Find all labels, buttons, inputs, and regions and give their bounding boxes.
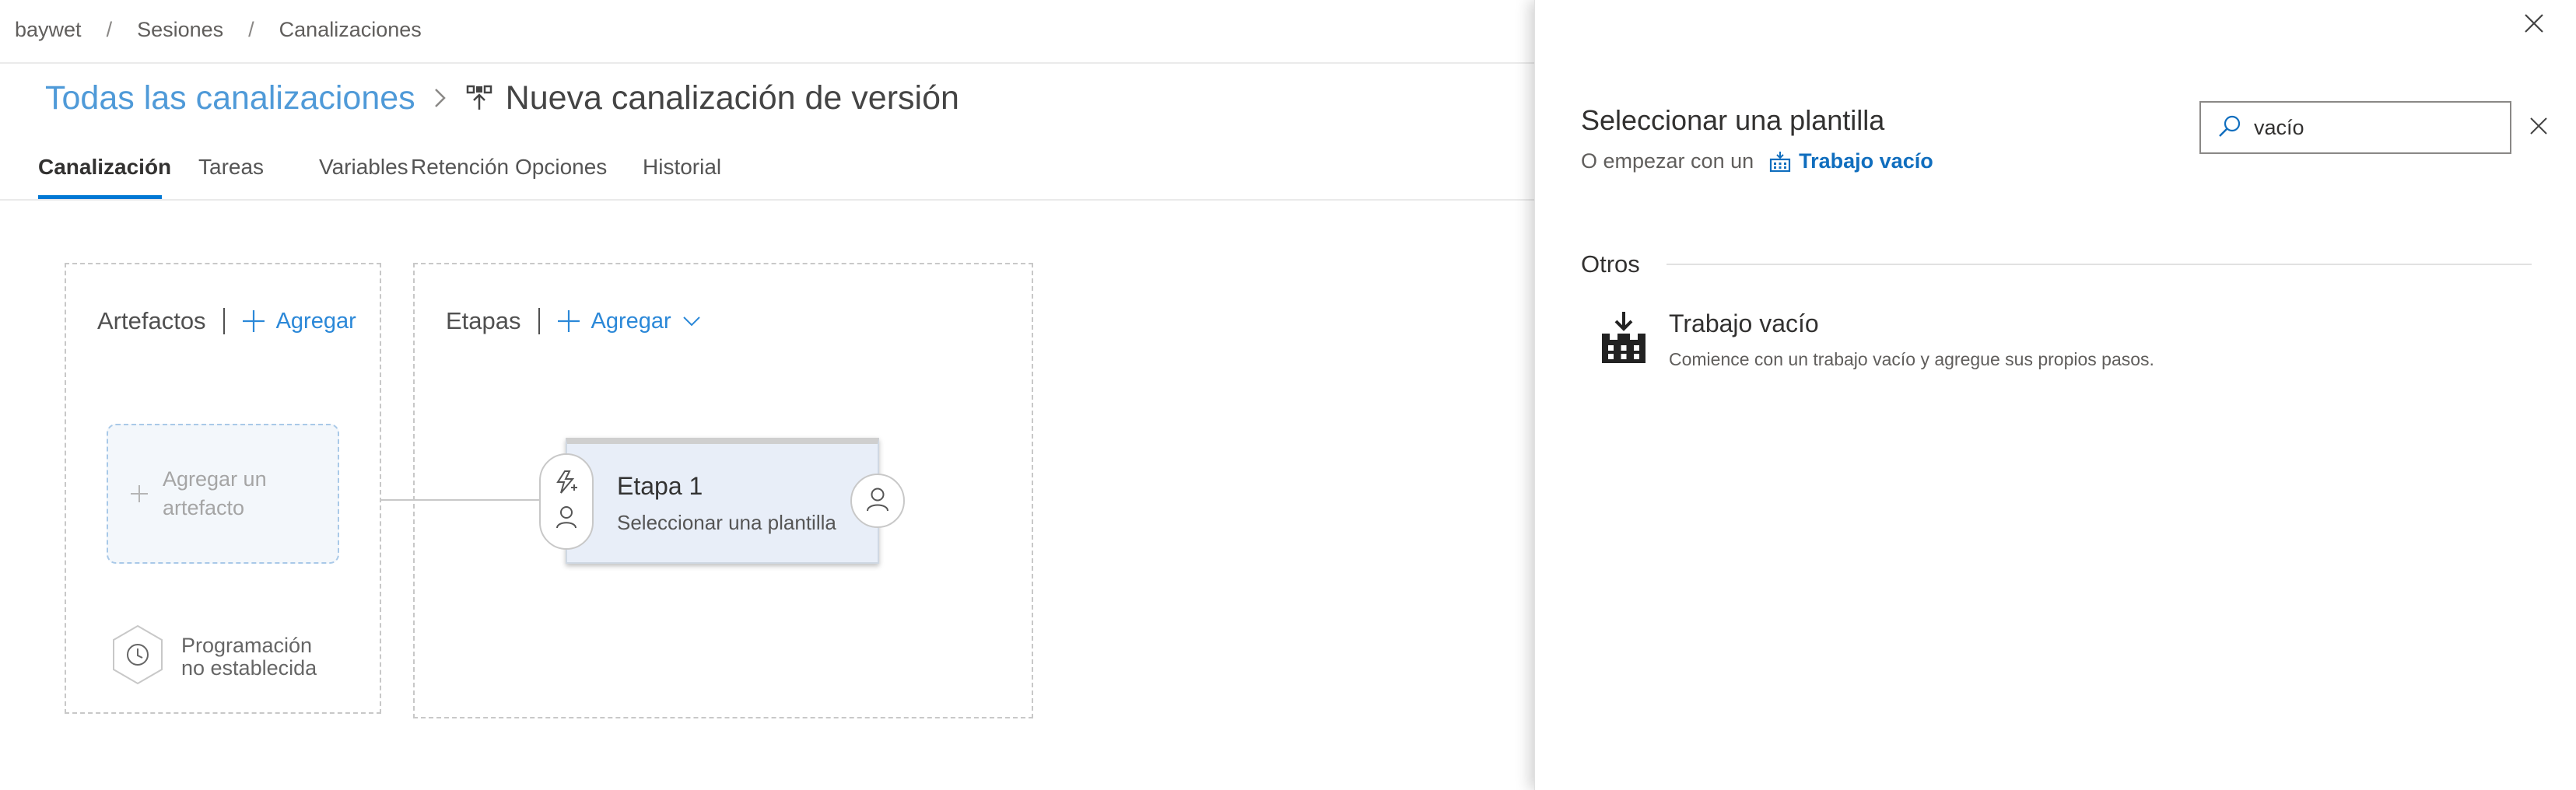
add-artifact-button[interactable]: Agregar [242,309,356,334]
breadcrumb-sessions[interactable]: Sesiones [137,18,223,42]
breadcrumb-pipelines[interactable]: Canalizaciones [279,18,422,42]
divider [538,308,540,334]
template-name: Trabajo vacío [1669,309,1819,337]
tab-options[interactable]: Opciones [515,152,643,199]
post-deployment-conditions[interactable] [850,474,905,528]
stage-name: Etapa 1 [617,472,703,500]
stages-header: Etapas Agregar [446,307,712,335]
empty-job-link-label: Trabajo vacío [1799,149,1933,173]
chevron-down-icon [682,316,700,327]
artifacts-header: Artefactos Agregar [97,307,356,335]
header-divider [0,62,1534,64]
release-pipeline-editor: baywet / Sesiones / Canalizaciones Todas… [0,0,2576,790]
release-pipeline-icon [465,84,493,112]
template-empty-job[interactable]: Trabajo vacío Comience con un trabajo va… [1600,309,2495,379]
chevron-right-icon [433,86,448,110]
schedule-text: Programación no establecida [181,634,317,680]
template-search[interactable] [2199,101,2547,154]
breadcrumb: baywet / Sesiones / Canalizaciones [15,14,422,45]
page-title: Nueva canalización de versión [505,79,959,117]
template-description: Comience con un trabajo vacío y agregue … [1669,349,2154,369]
artifacts-heading: Artefactos [97,307,206,334]
user-icon [556,505,577,533]
add-artifact-label: Agregar [275,308,356,334]
start-prefix: O empezar con un [1581,149,1754,173]
user-icon [866,487,889,516]
breadcrumb-separator: / [106,17,113,41]
add-artifact-text: Agregar un artefacto [163,467,267,519]
search-icon [2218,114,2241,142]
template-text: Trabajo vacío Comience con un trabajo va… [1669,309,2154,370]
panel-title: Seleccionar una plantilla [1581,104,1885,136]
divider [223,308,225,334]
pipeline-tabs: Canalización Tareas Variables Retención … [38,152,721,199]
add-artifact-card[interactable]: Agregar un artefacto [107,424,339,564]
tab-retention[interactable]: Retención [411,152,515,199]
pipeline-editor-pane: baywet / Sesiones / Canalizaciones Todas… [0,0,1534,790]
clock-icon [110,624,166,690]
pre-deployment-conditions[interactable] [539,453,594,550]
template-group-others: Otros [1581,250,2532,278]
lightning-icon [554,470,579,498]
breadcrumb-separator: / [248,17,254,41]
start-empty-row: O empezar con un Trabajo vacío [1581,149,1933,173]
plus-icon [242,310,265,332]
search-input[interactable] [2254,115,2529,140]
empty-job-link[interactable]: Trabajo vacío [1769,149,1933,173]
schedule-text-line1: Programación [181,633,313,657]
all-pipelines-link[interactable]: Todas las canalizaciones [45,79,415,117]
tab-pipeline[interactable]: Canalización [38,152,171,199]
tab-history[interactable]: Historial [643,152,721,199]
divider [1666,264,2532,265]
breadcrumb-project[interactable]: baywet [15,18,82,42]
close-icon[interactable] [2520,9,2548,37]
empty-job-download-icon [1600,309,1647,365]
add-stage-label: Agregar [591,308,671,334]
stage-template-link[interactable]: Seleccionar una plantilla [617,511,836,535]
tab-tasks[interactable]: Tareas [198,152,319,199]
page-title-row: Todas las canalizaciones Nueva canalizac… [45,76,959,120]
group-label: Otros [1581,250,1640,278]
tab-variables[interactable]: Variables [319,152,411,199]
select-template-panel: Seleccionar una plantilla O empezar con … [1534,0,2576,790]
factory-icon [1770,151,1791,172]
plus-icon [130,484,149,503]
stages-heading: Etapas [446,307,521,334]
plus-icon [557,310,580,332]
stage-card[interactable]: Etapa 1 Seleccionar una plantilla [566,438,879,564]
schedule-text-line2: no establecida [181,655,317,680]
schedule-trigger[interactable]: Programación no establecida [110,624,317,690]
add-stage-button[interactable]: Agregar [557,309,712,334]
clear-search-icon[interactable] [2529,117,2548,139]
